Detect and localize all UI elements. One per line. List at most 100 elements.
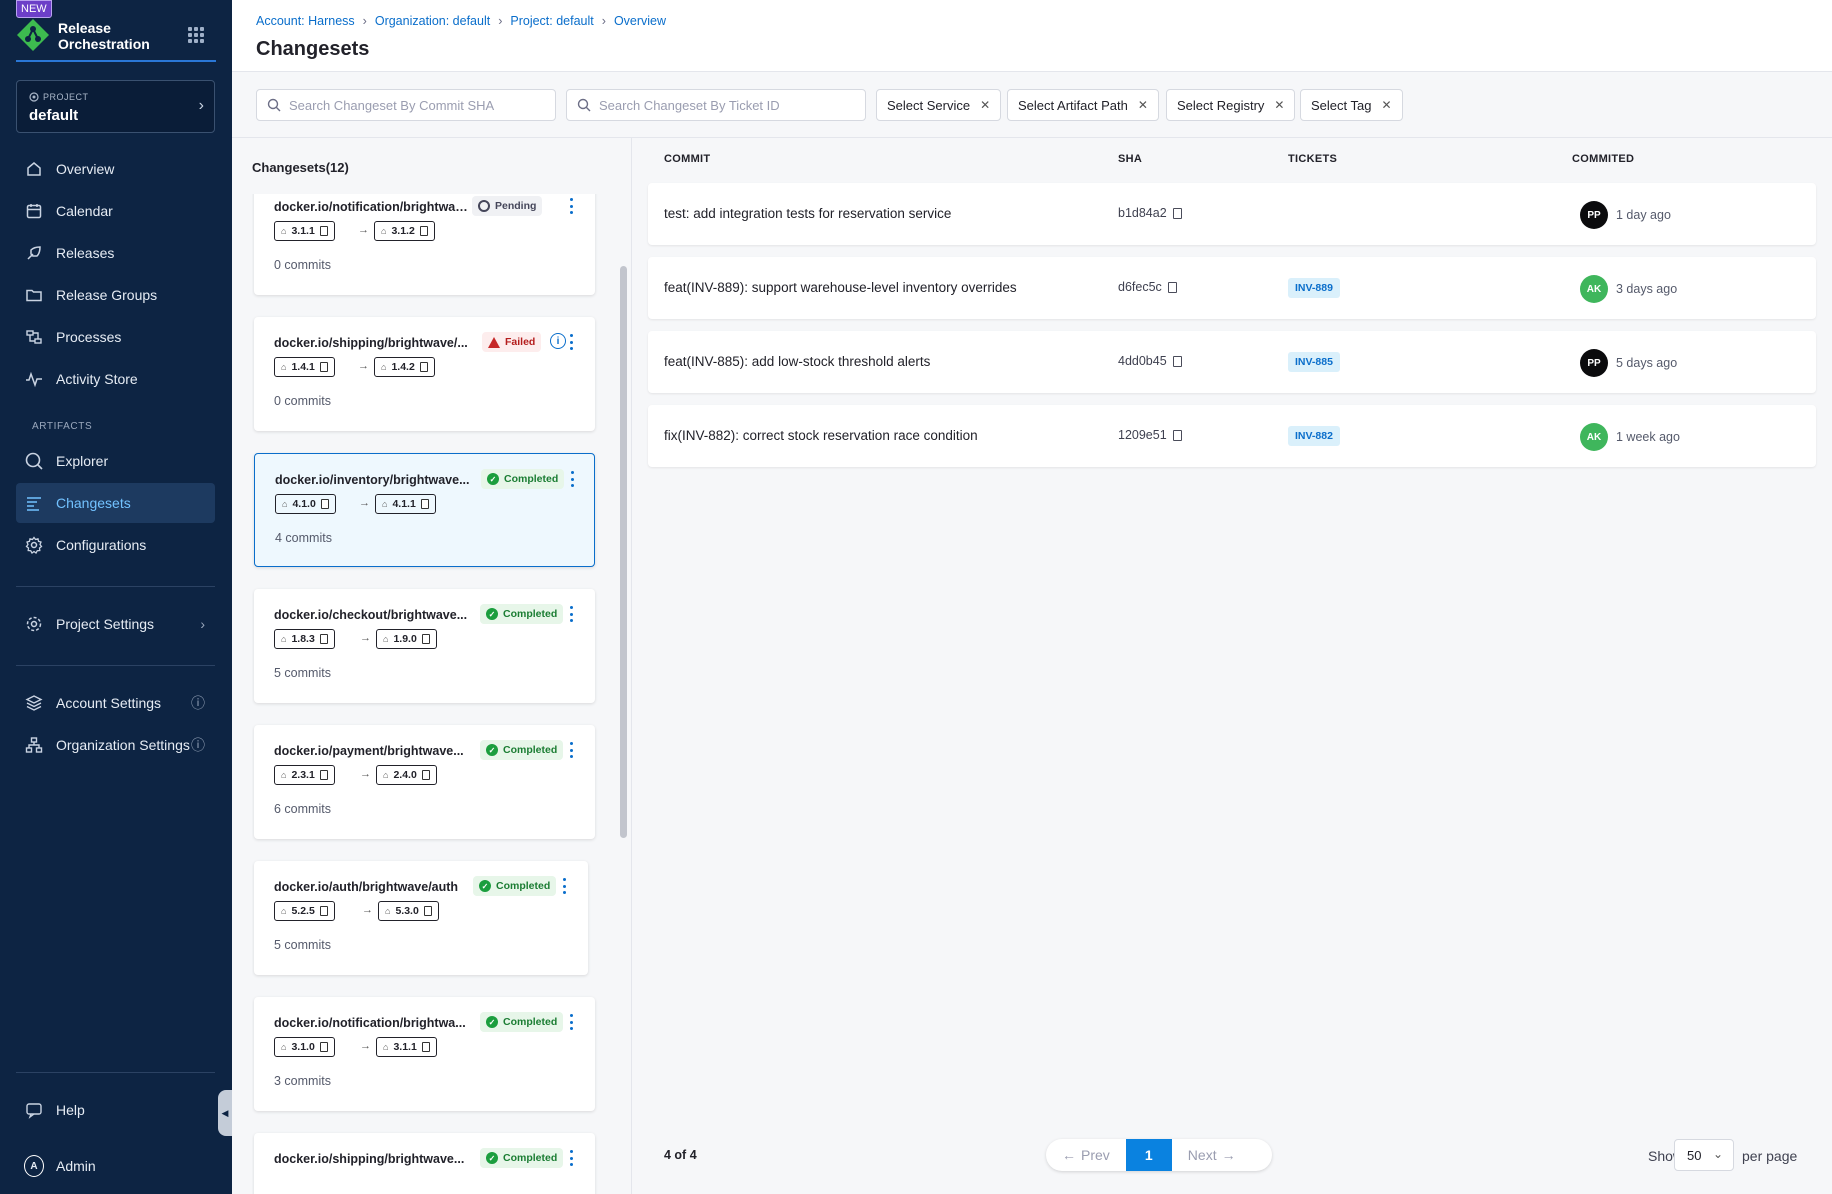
nav-changesets[interactable]: Changesets bbox=[16, 483, 215, 523]
nav-label: Account Settings bbox=[56, 695, 162, 711]
breadcrumb-organization[interactable]: Organization: default bbox=[375, 14, 490, 28]
releases-icon bbox=[24, 243, 44, 263]
nav-help[interactable]: Help bbox=[16, 1090, 215, 1130]
copy-icon[interactable] bbox=[421, 634, 430, 644]
nav-overview[interactable]: Overview bbox=[16, 149, 215, 189]
close-icon[interactable]: ✕ bbox=[1138, 98, 1148, 112]
project-selector[interactable]: PROJECT default › bbox=[16, 80, 215, 133]
nav-organization-settings[interactable]: Organization Settings ⓘ bbox=[16, 725, 215, 765]
table-row[interactable]: feat(INV-885): add low-stock threshold a… bbox=[648, 331, 1816, 393]
copy-icon[interactable] bbox=[419, 226, 428, 236]
tag-icon: ⌂ bbox=[282, 499, 288, 509]
release-orchestration-logo-icon bbox=[17, 19, 49, 51]
calendar-icon bbox=[24, 201, 44, 221]
more-options-icon[interactable] bbox=[570, 1150, 574, 1166]
collapse-sidebar-button[interactable]: ◀ bbox=[218, 1090, 232, 1136]
copy-icon[interactable] bbox=[423, 906, 432, 916]
nav-user-profile[interactable]: A Admin bbox=[16, 1146, 215, 1186]
page-1-button[interactable]: 1 bbox=[1125, 1139, 1172, 1171]
nav-calendar[interactable]: Calendar bbox=[16, 191, 215, 231]
copy-icon[interactable] bbox=[421, 770, 430, 780]
changeset-card[interactable]: docker.io/payment/brightwave... ✓ Complet… bbox=[254, 725, 595, 839]
copy-icon[interactable] bbox=[420, 499, 429, 509]
copy-icon[interactable] bbox=[319, 1042, 328, 1052]
changeset-card-selected[interactable]: docker.io/inventory/brightwave... ✓ Compl… bbox=[254, 453, 595, 567]
nav-explorer[interactable]: Explorer bbox=[16, 441, 215, 481]
changeset-name: docker.io/shipping/brightwave/... bbox=[274, 336, 468, 350]
nav-account-settings[interactable]: Account Settings ⓘ bbox=[16, 683, 215, 723]
more-options-icon[interactable] bbox=[570, 1014, 574, 1030]
copy-icon[interactable] bbox=[1167, 281, 1177, 293]
commit-sha-search[interactable] bbox=[256, 89, 556, 121]
commit-count: 4 commits bbox=[275, 531, 332, 545]
close-icon[interactable]: ✕ bbox=[1274, 98, 1284, 112]
more-options-icon[interactable] bbox=[571, 471, 575, 487]
nav-processes[interactable]: Processes bbox=[16, 317, 215, 357]
close-icon[interactable]: ✕ bbox=[1381, 98, 1391, 112]
nav-release-groups[interactable]: Release Groups bbox=[16, 275, 215, 315]
select-artifact-path-filter[interactable]: Select Artifact Path ✕ bbox=[1007, 89, 1159, 121]
to-tag: ⌂ 4.1.1 bbox=[375, 494, 436, 514]
table-row[interactable]: feat(INV-889): support warehouse-level i… bbox=[648, 257, 1816, 319]
more-options-icon[interactable] bbox=[563, 878, 567, 894]
info-icon[interactable]: i bbox=[550, 333, 566, 349]
copy-icon[interactable] bbox=[319, 634, 328, 644]
table-row[interactable]: fix(INV-882): correct stock reservation … bbox=[648, 405, 1816, 467]
more-options-icon[interactable] bbox=[570, 334, 574, 350]
copy-icon[interactable] bbox=[319, 226, 328, 236]
breadcrumb-project[interactable]: Project: default bbox=[510, 14, 593, 28]
changeset-card[interactable]: docker.io/notification/brightwa... ✓ Comp… bbox=[254, 997, 595, 1111]
ticket-badge[interactable]: INV-885 bbox=[1288, 352, 1340, 372]
copy-icon[interactable] bbox=[319, 362, 328, 372]
commit-count: 5 commits bbox=[274, 666, 331, 680]
project-label: PROJECT bbox=[43, 92, 89, 102]
breadcrumb-overview[interactable]: Overview bbox=[614, 14, 666, 28]
author-avatar: AK bbox=[1580, 275, 1608, 303]
ticket-id-input[interactable] bbox=[599, 97, 859, 113]
per-page-select[interactable]: 50 ⌄ bbox=[1674, 1139, 1734, 1171]
table-row[interactable]: test: add integration tests for reservat… bbox=[648, 183, 1816, 245]
ticket-id-search[interactable] bbox=[566, 89, 866, 121]
commit-sha-input[interactable] bbox=[289, 97, 549, 113]
changesets-icon bbox=[24, 493, 44, 513]
copy-icon[interactable] bbox=[1172, 429, 1182, 441]
nav-project-settings[interactable]: Project Settings › bbox=[16, 604, 215, 644]
copy-icon[interactable] bbox=[319, 770, 328, 780]
copy-icon[interactable] bbox=[320, 499, 329, 509]
changeset-card[interactable]: docker.io/auth/brightwave/auth ✓ Complete… bbox=[254, 861, 588, 975]
nav-activity-store[interactable]: Activity Store bbox=[16, 359, 215, 399]
changeset-card[interactable]: docker.io/shipping/brightwave... ✓ Comple… bbox=[254, 1133, 595, 1194]
gear-icon bbox=[24, 614, 44, 634]
copy-icon[interactable] bbox=[1172, 207, 1182, 219]
changeset-card[interactable]: docker.io/shipping/brightwave/... Failed… bbox=[254, 317, 595, 431]
arrow-right-icon: → bbox=[1221, 1147, 1236, 1163]
filter-bar: Select Service ✕ Select Artifact Path ✕ … bbox=[232, 72, 1832, 138]
scrollbar[interactable] bbox=[620, 266, 627, 838]
copy-icon[interactable] bbox=[421, 1042, 430, 1052]
select-service-filter[interactable]: Select Service ✕ bbox=[876, 89, 1002, 121]
changeset-card[interactable]: docker.io/notification/brightwave... Pen… bbox=[254, 194, 595, 295]
copy-icon[interactable] bbox=[419, 362, 428, 372]
more-options-icon[interactable] bbox=[570, 742, 574, 758]
changeset-name: docker.io/payment/brightwave... bbox=[274, 744, 464, 758]
changeset-card[interactable]: docker.io/checkout/brightwave... ✓ Comple… bbox=[254, 589, 595, 703]
module-header[interactable]: Release Orchestration bbox=[16, 18, 216, 62]
nav-releases[interactable]: Releases bbox=[16, 233, 215, 273]
filter-label: Select Tag bbox=[1311, 97, 1372, 113]
ticket-badge[interactable]: INV-889 bbox=[1288, 278, 1340, 298]
changeset-list[interactable]: docker.io/notification/brightwave... Pen… bbox=[252, 194, 628, 1194]
more-options-icon[interactable] bbox=[570, 198, 574, 214]
select-registry-filter[interactable]: Select Registry ✕ bbox=[1166, 89, 1296, 121]
more-options-icon[interactable] bbox=[570, 606, 574, 622]
copy-icon[interactable] bbox=[1172, 355, 1182, 367]
prev-button[interactable]: ← Prev bbox=[1046, 1147, 1126, 1163]
breadcrumb-account[interactable]: Account: Harness bbox=[256, 14, 355, 28]
ticket-badge[interactable]: INV-882 bbox=[1288, 426, 1340, 446]
close-icon[interactable]: ✕ bbox=[980, 98, 990, 112]
next-button[interactable]: Next → bbox=[1172, 1147, 1252, 1163]
copy-icon[interactable] bbox=[319, 906, 328, 916]
select-tag-filter[interactable]: Select Tag ✕ bbox=[1300, 89, 1403, 121]
from-tag: ⌂ 1.4.1 bbox=[274, 357, 335, 377]
apps-grid-icon[interactable] bbox=[188, 27, 204, 43]
nav-configurations[interactable]: Configurations bbox=[16, 525, 215, 565]
